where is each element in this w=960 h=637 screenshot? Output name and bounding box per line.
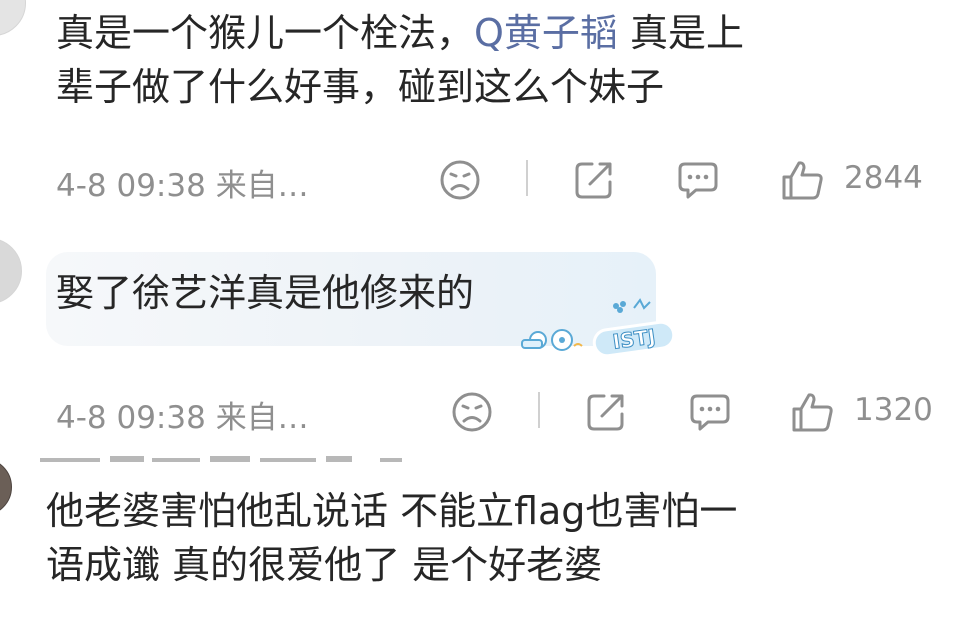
comment-text-line: 语成谶 真的很爱他了 是个好老婆 bbox=[46, 543, 603, 587]
comment-time: 4-8 09:38 bbox=[56, 168, 206, 204]
cropped-text-fragment bbox=[40, 456, 402, 462]
dislike-icon[interactable] bbox=[450, 390, 494, 434]
like-icon[interactable] bbox=[780, 158, 826, 202]
comment-meta: 4-8 09:38 来自… bbox=[56, 160, 309, 205]
comment-icon[interactable] bbox=[676, 158, 720, 202]
avatar[interactable] bbox=[0, 458, 12, 516]
like-count: 2844 bbox=[844, 160, 923, 196]
comment-action-bar: 4-8 09:38 来自… 2844 bbox=[0, 150, 960, 210]
comment-icon[interactable] bbox=[688, 390, 732, 434]
comment-meta: 4-8 09:38 来自… bbox=[56, 392, 309, 437]
avatar[interactable] bbox=[0, 238, 22, 304]
comment-source: 来自… bbox=[215, 168, 309, 204]
comment-text: 他老婆害怕他乱说话 不能立flag也害怕一 语成谶 真的很爱他了 是个好老婆 bbox=[46, 484, 737, 592]
mbti-badge-sticker: ISTJ bbox=[521, 298, 676, 358]
avatar[interactable] bbox=[0, 0, 26, 36]
comment-source: 来自… bbox=[215, 400, 309, 436]
like-count: 1320 bbox=[854, 392, 933, 428]
comment-text-line: 辈子做了什么好事，碰到这么个妹子 bbox=[56, 65, 665, 109]
topic-link[interactable]: Q黄子韬 bbox=[474, 11, 618, 55]
divider bbox=[526, 160, 528, 196]
comment-action-bar: 4-8 09:38 来自… 1320 bbox=[0, 382, 960, 442]
comment-text-part: 真是一个猴儿一个栓法， bbox=[56, 11, 475, 55]
like-icon[interactable] bbox=[790, 390, 836, 434]
share-icon[interactable] bbox=[584, 390, 628, 434]
dislike-icon[interactable] bbox=[438, 158, 482, 202]
comment-text: 真是一个猴儿一个栓法，Q黄子韬 真是上 辈子做了什么好事，碰到这么个妹子 bbox=[56, 6, 744, 114]
comment-text-line: 他老婆害怕他乱说话 不能立flag也害怕一 bbox=[46, 489, 738, 533]
comment-text: 娶了徐艺洋真是他修来的 bbox=[56, 271, 475, 315]
comment-text-part: 真是上 bbox=[617, 11, 745, 55]
divider bbox=[538, 392, 540, 428]
share-icon[interactable] bbox=[572, 158, 616, 202]
comment-time: 4-8 09:38 bbox=[56, 400, 206, 436]
